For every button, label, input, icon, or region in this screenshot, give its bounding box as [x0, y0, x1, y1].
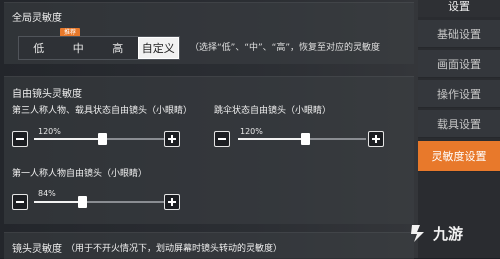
- preset-low-button[interactable]: 低: [19, 37, 59, 59]
- watermark-text: 九游: [433, 224, 464, 243]
- tpp-free-look-slider[interactable]: [34, 133, 164, 145]
- free-look-title: 自由镜头灵敏度: [12, 89, 82, 100]
- nine-game-logo-icon: [411, 225, 424, 242]
- fpp-free-look-slider[interactable]: [34, 196, 164, 208]
- sidebar-item-graphics[interactable]: 画面设置: [418, 50, 500, 78]
- settings-header: 设置: [418, 0, 500, 17]
- global-sensitivity-title: 全局灵敏度: [12, 13, 62, 24]
- sensitivity-preset-selector: 低 中 高 自定义: [18, 36, 180, 60]
- camera-sensitivity-hint: （用于不开火情况下，划动屏幕时镜头转动的灵敏度）: [66, 244, 283, 254]
- tpp-free-look-fill: [34, 138, 102, 140]
- preset-medium-button[interactable]: 中: [59, 37, 99, 59]
- preset-hint-text: （选择“低”、“中”、“高”，恢复至对应的灵敏度: [190, 43, 380, 53]
- tpp-free-look-decrease-button[interactable]: [12, 131, 28, 147]
- parachute-free-look-value: 120%: [240, 127, 263, 136]
- preset-custom-button[interactable]: 自定义: [137, 37, 179, 59]
- preset-high-button[interactable]: 高: [98, 37, 138, 59]
- parachute-free-look-increase-button[interactable]: [368, 131, 384, 147]
- fpp-free-look-decrease-button[interactable]: [12, 194, 28, 210]
- parachute-free-look-fill: [238, 138, 305, 140]
- parachute-free-look-thumb[interactable]: [300, 133, 310, 145]
- parachute-free-look-decrease-button[interactable]: [214, 131, 230, 147]
- sidebar-item-vehicle[interactable]: 载具设置: [418, 110, 500, 138]
- watermark-logo: 九游: [408, 222, 463, 244]
- fpp-free-look-fill: [34, 201, 83, 203]
- global-sensitivity-panel: 全局灵敏度 推荐 低 中 高 自定义 （选择“低”、“中”、“高”，恢复至对应的…: [4, 2, 414, 64]
- fpp-free-look-value: 84%: [38, 189, 56, 198]
- tpp-free-look-thumb[interactable]: [97, 133, 107, 145]
- fpp-free-look-thumb[interactable]: [78, 196, 88, 208]
- sidebar-item-basic[interactable]: 基础设置: [418, 20, 500, 48]
- tpp-free-look-value: 120%: [38, 127, 61, 136]
- camera-sensitivity-title: 镜头灵敏度: [12, 244, 62, 255]
- sidebar-item-sensitivity[interactable]: 灵敏度设置: [418, 141, 500, 172]
- camera-sensitivity-panel: 镜头灵敏度 （用于不开火情况下，划动屏幕时镜头转动的灵敏度）: [4, 232, 414, 259]
- parachute-free-look-slider[interactable]: [238, 133, 366, 145]
- parachute-free-look-label: 跳伞状态自由镜头（小眼睛）: [214, 106, 332, 116]
- fpp-free-look-increase-button[interactable]: [164, 194, 180, 210]
- tpp-free-look-label: 第三人称人物、载具状态自由镜头（小眼睛）: [12, 106, 193, 116]
- settings-main-area: 全局灵敏度 推荐 低 中 高 自定义 （选择“低”、“中”、“高”，恢复至对应的…: [0, 0, 418, 259]
- free-look-panel: 自由镜头灵敏度 第三人称人物、载具状态自由镜头（小眼睛） 120% 跳伞状态自由…: [4, 76, 414, 224]
- fpp-free-look-label: 第一人称人物自由镜头（小眼睛）: [12, 169, 148, 179]
- sidebar-item-controls[interactable]: 操作设置: [418, 80, 500, 108]
- settings-sidebar: 设置 基础设置 画面设置 操作设置 载具设置 灵敏度设置: [418, 0, 500, 258]
- tpp-free-look-increase-button[interactable]: [164, 131, 180, 147]
